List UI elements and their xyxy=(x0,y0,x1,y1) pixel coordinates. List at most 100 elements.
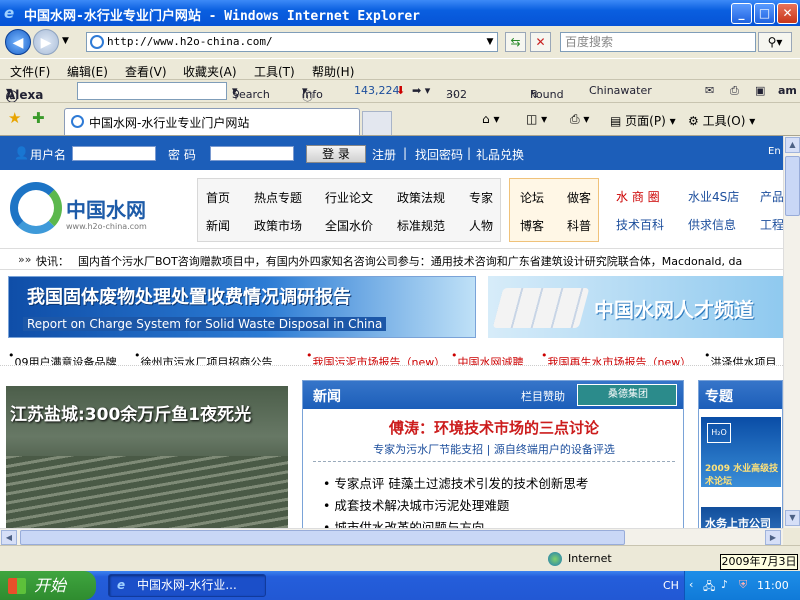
username-input[interactable] xyxy=(72,146,156,161)
nav-engineering[interactable]: 工程 xyxy=(760,216,783,233)
stop-button[interactable]: ✕ xyxy=(530,32,551,52)
search-button[interactable]: ⚲▾ xyxy=(758,32,792,52)
close-button[interactable]: ✕ xyxy=(777,3,798,24)
topic-thumbnail-2[interactable]: 水务上市公司 xyxy=(701,507,781,528)
vertical-scrollbar[interactable]: ▲ ▼ xyxy=(783,136,800,528)
maximize-button[interactable]: □ xyxy=(754,3,775,24)
link-item[interactable]: • 我国污泥市场报告（new） xyxy=(306,349,445,365)
page-menu-button[interactable]: ▤ 页面(P) ▾ xyxy=(610,112,676,129)
print-button[interactable]: ⎙ ▾ xyxy=(570,112,589,127)
nav-standards[interactable]: 标准规范 xyxy=(397,217,445,234)
start-button[interactable]: 开始 xyxy=(0,571,96,600)
nav-supply[interactable]: 供求信息 xyxy=(688,216,736,233)
forward-button[interactable]: ▶ xyxy=(33,29,59,55)
alexa-rank[interactable]: 143,224 xyxy=(354,84,400,97)
tools-menu-button[interactable]: ⚙ 工具(O) ▾ xyxy=(688,112,755,129)
site-logo[interactable]: 中国水网 www.h2o-china.com xyxy=(10,180,190,240)
tab-current[interactable]: 中国水网-水行业专业门户网站 xyxy=(64,108,360,135)
english-link[interactable]: En xyxy=(768,146,781,157)
link-item[interactable]: • 徐州市污水厂项目招商公告 xyxy=(134,349,273,365)
link-item[interactable]: • 09用户满意设备品牌 xyxy=(8,349,117,365)
nav-products[interactable]: 产品 xyxy=(760,188,783,205)
minimize-button[interactable]: _ xyxy=(731,3,752,24)
alexa-print-icon[interactable]: ⎙ xyxy=(730,84,739,98)
menu-tools[interactable]: 工具(T) xyxy=(254,63,295,80)
nav-policy[interactable]: 政策法规 xyxy=(397,189,445,206)
nav-science[interactable]: 科普 xyxy=(567,217,591,234)
scroll-thumb[interactable] xyxy=(785,156,800,216)
horizontal-scrollbar[interactable]: ◀ ▶ xyxy=(0,528,783,545)
volume-icon[interactable]: ♪ xyxy=(721,578,728,591)
news-item[interactable]: • 成套技术解决城市污泥处理难题 xyxy=(323,495,509,514)
nav-papers[interactable]: 行业论文 xyxy=(325,189,373,206)
address-bar[interactable]: http://www.h2o-china.com/ xyxy=(86,32,498,52)
login-button[interactable]: 登 录 xyxy=(306,145,366,163)
register-link[interactable]: 注册 xyxy=(372,146,396,163)
menu-view[interactable]: 查看(V) xyxy=(125,63,167,80)
nav-business-circle[interactable]: 水 商 圈 xyxy=(616,188,660,205)
clock[interactable]: 11:00 xyxy=(757,579,789,592)
alexa-sites-button[interactable]: ➡ ▾ xyxy=(412,84,430,97)
menu-edit[interactable]: 编辑(E) xyxy=(67,63,108,80)
gift-link[interactable]: 礼品兑换 xyxy=(476,146,524,163)
nav-people[interactable]: 人物 xyxy=(469,217,493,234)
news-photo[interactable]: 江苏盐城:300余万斤鱼1夜死光 xyxy=(6,386,288,528)
sponsor-logo[interactable]: 桑德集团 xyxy=(577,384,677,406)
add-favorite-icon[interactable]: ✚ xyxy=(32,109,45,127)
address-dropdown-icon[interactable]: ▼ xyxy=(482,33,498,51)
feeds-button[interactable]: ◫ ▾ xyxy=(526,112,547,126)
nav-market[interactable]: 政策市场 xyxy=(254,217,302,234)
scroll-down-icon[interactable]: ▼ xyxy=(785,510,800,526)
menu-favorites[interactable]: 收藏夹(A) xyxy=(183,63,237,80)
back-button[interactable]: ◀ xyxy=(5,29,31,55)
nav-water-price[interactable]: 全国水价 xyxy=(325,217,373,234)
report-banner[interactable]: 我国固体废物处理处置收费情况调研报告 Report on Charge Syst… xyxy=(8,276,476,338)
nav-wiki[interactable]: 技术百科 xyxy=(616,216,664,233)
history-dropdown-icon[interactable]: ▼ xyxy=(62,36,69,46)
link-item[interactable]: • 洪泽供水项目 xyxy=(704,349,777,365)
menu-file[interactable]: 文件(F) xyxy=(10,63,50,80)
new-tab-button[interactable] xyxy=(362,111,392,135)
alexa-info-button[interactable]: ⓘ Info ▾ xyxy=(302,84,323,103)
nav-blog[interactable]: 博客 xyxy=(520,217,544,234)
news-headline[interactable]: 傅涛：环境技术市场的三点讨论 xyxy=(303,417,683,438)
nav-hot-topics[interactable]: 热点专题 xyxy=(254,189,302,206)
tray-expand-icon[interactable]: ‹ xyxy=(689,578,693,591)
alexa-site-name[interactable]: Chinawater xyxy=(589,84,652,97)
talent-banner[interactable]: 中国水网人才频道 xyxy=(488,276,783,338)
favorites-star-icon[interactable]: ★ xyxy=(8,109,21,127)
scroll-up-icon[interactable]: ▲ xyxy=(785,137,800,153)
scroll-left-icon[interactable]: ◀ xyxy=(1,530,17,545)
nav-news[interactable]: 新闻 xyxy=(206,217,230,234)
search-input[interactable]: 百度搜索 xyxy=(560,32,756,52)
news-subheadline[interactable]: 专家为污水厂节能支招 | 源自终端用户的设备评选 xyxy=(303,441,683,457)
scroll-thumb[interactable] xyxy=(20,530,625,545)
scroll-right-icon[interactable]: ▶ xyxy=(765,530,781,545)
alexa-video-icon[interactable]: ▣ xyxy=(755,84,765,97)
alexa-search-button[interactable]: ⚲ Search ▾ xyxy=(232,84,270,101)
find-password-link[interactable]: 找回密码 xyxy=(415,146,463,163)
password-input[interactable] xyxy=(210,146,294,161)
nav-guest[interactable]: 做客 xyxy=(567,189,591,206)
network-icon[interactable]: 🖧 xyxy=(703,578,715,597)
nav-experts[interactable]: 专家 xyxy=(469,189,493,206)
link-item[interactable]: • 中国水网诚聘 xyxy=(451,349,524,365)
news-item[interactable]: • 城市供水改革的问题与方向 xyxy=(323,517,484,528)
menu-help[interactable]: 帮助(H) xyxy=(312,63,354,80)
window-title-bar[interactable]: e 中国水网-水行业专业门户网站 - Windows Internet Expl… xyxy=(0,0,800,26)
news-item[interactable]: • 专家点评 硅藻土过滤技术引发的技术创新思考 xyxy=(323,473,588,492)
taskbar-ie-window[interactable]: e 中国水网-水行业... xyxy=(108,574,266,597)
alexa-tool-icon[interactable]: ✉ xyxy=(705,84,714,97)
alexa-logo[interactable]: ⓐ Alexa ▾ xyxy=(6,84,43,104)
ticker-text[interactable]: 国内首个污水厂BOT咨询赠款项目中，有国内外四家知名咨询公司参与：通用技术咨询和… xyxy=(78,253,742,269)
security-shield-icon[interactable]: ⛨ xyxy=(739,578,747,592)
topic-thumbnail[interactable]: H₂O 2009 水业高级技术论坛 xyxy=(701,417,781,487)
link-item[interactable]: • 我国再生水市场报告（new） xyxy=(541,349,691,365)
home-button[interactable]: ⌂ ▾ xyxy=(482,112,499,126)
alexa-amazon-label[interactable]: am xyxy=(778,84,797,97)
nav-4s-store[interactable]: 水业4S店 xyxy=(688,188,739,205)
nav-forum[interactable]: 论坛 xyxy=(520,189,544,206)
nav-home[interactable]: 首页 xyxy=(206,189,230,206)
refresh-button[interactable]: ⇆ xyxy=(505,32,526,52)
ime-indicator[interactable]: CH xyxy=(663,579,679,592)
